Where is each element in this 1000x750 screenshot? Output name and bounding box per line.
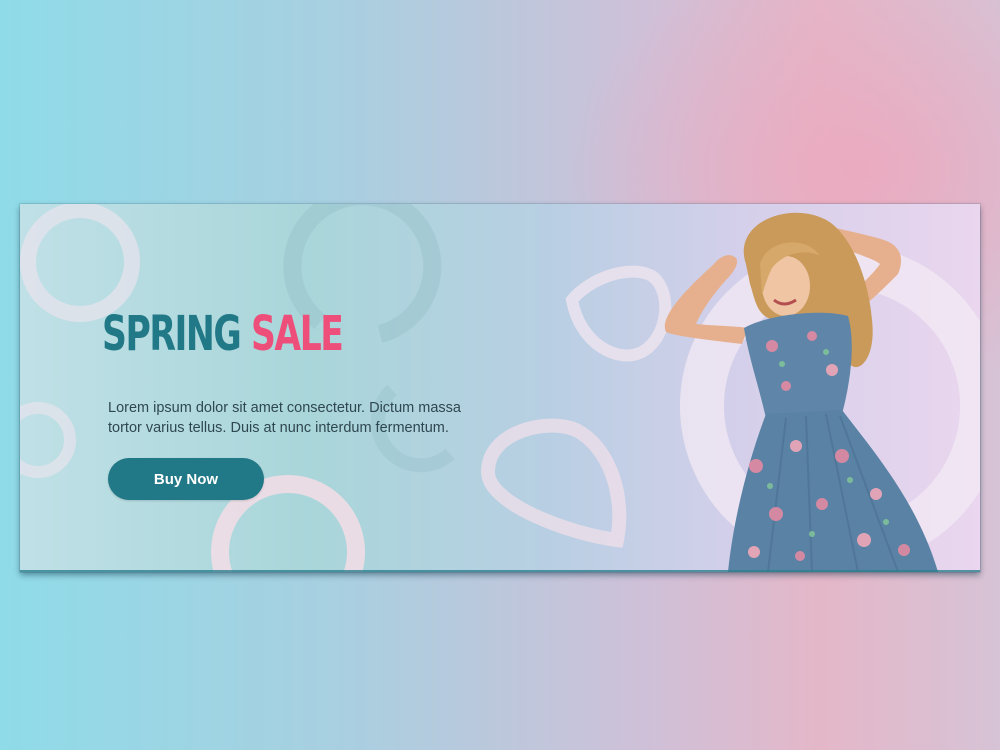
teardrop-decoration [480,418,627,548]
banner-bottom-edge [20,570,980,572]
buy-now-button[interactable]: Buy Now [108,458,264,500]
page-backdrop: SPRING SALE Lorem ipsum dolor sit amet c… [0,0,1000,750]
spring-sale-banner: SPRING SALE Lorem ipsum dolor sit amet c… [20,204,980,572]
ring-decoration [20,204,140,322]
ring-decoration [20,402,76,478]
model-left-arm [664,255,748,344]
headline-spring: SPRING [102,306,242,362]
model-photo [664,212,938,572]
headline: SPRING SALE [102,310,344,358]
headline-sale: SALE [250,306,344,362]
banner-description: Lorem ipsum dolor sit amet consectetur. … [108,400,461,436]
